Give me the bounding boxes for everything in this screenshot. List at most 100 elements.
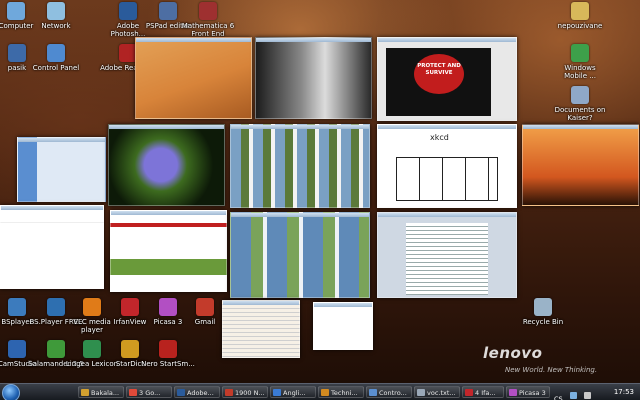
window-text-editor[interactable] [222,300,300,358]
bsplayer-free-glyph [47,298,65,316]
taskbar[interactable]: Bakala... 3 Go... Adobe... 1900 N... Ang… [0,383,640,400]
window-title-bar [136,38,251,42]
icon-label: Control Panel [32,64,80,72]
picasa-glyph [159,298,177,316]
nero-glyph [159,340,177,358]
volume-tray-icon[interactable] [583,392,591,399]
recycle-bin-icon[interactable]: Recycle Bin [515,298,571,326]
control-panel-icon[interactable]: Control Panel [28,44,84,72]
window-google-search[interactable] [0,205,104,289]
window-title-bar [231,125,369,129]
task-voc[interactable]: voc.txt... [414,386,460,398]
lingea-glyph [83,340,101,358]
window-picasa-gallery[interactable] [230,212,370,298]
task-adobe[interactable]: Adobe... [174,386,220,398]
task-icon [321,389,329,396]
network-tray-icon[interactable] [569,392,577,399]
icon-label: nepouzivane [557,22,603,30]
task-icon [417,389,425,396]
window-title-bar [378,38,516,42]
task-label: 1900 N... [235,389,265,397]
task-techni[interactable]: Techni... [318,386,364,398]
window-small-dialog[interactable] [313,302,373,350]
task-icon [225,389,233,396]
window-title-bar [111,211,226,215]
documents-glyph [571,86,589,104]
task-bakala[interactable]: Bakala... [78,386,124,398]
task-icon [129,389,137,396]
poster-title: PROTECT AND SURVIVE [414,54,464,94]
window-title-bar [18,138,105,142]
window-flower-photo[interactable] [108,124,225,206]
mathematica-glyph [199,2,217,20]
windows-mobile-glyph [571,44,589,62]
task-label: Picasa 3 [519,389,546,397]
camstudio-glyph [8,340,26,358]
xkcd-comic-panels [396,157,498,201]
folder-glyph [8,44,26,62]
window-sunset-photo[interactable] [522,124,639,206]
window-word-document[interactable] [377,212,517,298]
documents-icon[interactable]: Documents on Kaiser? [552,86,608,122]
folder-nepouzivane-icon[interactable]: nepouzivane [552,2,608,30]
icon-label: Recycle Bin [522,318,564,326]
window-image-browser[interactable] [230,124,370,208]
network-glyph [47,2,65,20]
task-label: Techni... [331,389,358,397]
desktop[interactable]: Computer Network Adobe Photosh... PSPad … [0,0,640,400]
task-label: Adobe... [187,389,214,397]
icon-label: Mathematica 6 Front End [181,22,235,38]
window-xkcd[interactable]: xkcd [377,124,517,208]
window-photoshop-poster[interactable]: PROTECT AND SURVIVE [377,37,517,121]
gmail-glyph [196,298,214,316]
system-tray[interactable]: CS [553,386,605,400]
pspad-glyph [159,2,177,20]
task-icon [369,389,377,396]
salamander-glyph [47,340,65,358]
task-picasa[interactable]: Picasa 3 [506,386,550,398]
task-icon [273,389,281,396]
bsplayer-glyph [8,298,26,316]
icon-label: pasik [7,64,27,72]
window-bw-photo[interactable] [255,37,372,119]
nero-icon[interactable]: Nero StartSm... [140,340,196,368]
task-ifa[interactable]: 4 Ifa... [462,386,504,398]
task-1900[interactable]: 1900 N... [222,386,268,398]
photoshop-glyph [119,2,137,20]
language-indicator[interactable]: CS [554,395,563,400]
task-label: voc.txt... [427,389,456,397]
window-title-bar [1,206,103,210]
icon-label: Gmail [194,318,216,326]
windows-mobile-icon[interactable]: Windows Mobile ... [552,44,608,80]
vlc-glyph [83,298,101,316]
window-title-bar [256,38,371,42]
computer-glyph [7,2,25,20]
stardict-glyph [121,340,139,358]
clock[interactable]: 17:53 [614,386,634,398]
network-icon[interactable]: Network [28,2,84,30]
task-icon [81,389,89,396]
window-desert-photo[interactable] [135,37,252,119]
window-news-site[interactable] [110,210,227,292]
task-label: Contro... [379,389,407,397]
start-button[interactable] [2,384,20,400]
recycle-bin-glyph [534,298,552,316]
poster-canvas: PROTECT AND SURVIVE [386,48,491,116]
mathematica-icon[interactable]: Mathematica 6 Front End [180,2,236,38]
task-angli[interactable]: Angli... [270,386,316,398]
window-control-panel[interactable] [17,137,106,202]
task-google[interactable]: 3 Go... [126,386,172,398]
icon-label: Documents on Kaiser? [554,106,606,122]
task-control[interactable]: Contro... [366,386,412,398]
task-icon [465,389,473,396]
control-panel-glyph [47,44,65,62]
task-icon [509,389,517,396]
xkcd-logo: xkcd [430,133,449,142]
irfanview-glyph [121,298,139,316]
task-label: 3 Go... [139,389,161,397]
icon-label: Nero StartSm... [141,360,195,368]
task-icon [177,389,185,396]
window-title-bar [378,213,516,217]
window-title-bar [231,213,369,217]
window-title-bar [223,301,299,305]
